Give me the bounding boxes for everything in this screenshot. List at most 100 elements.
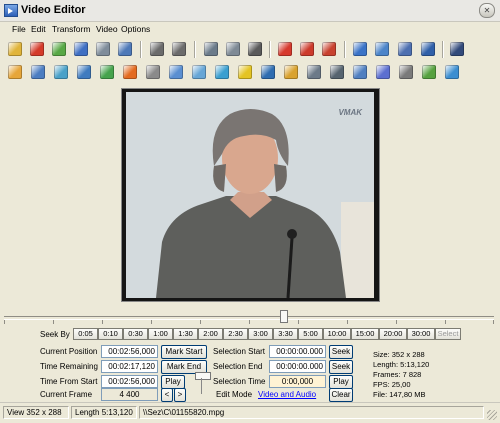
- seek-interval-button[interactable]: 5:00: [298, 328, 323, 340]
- channels-icon[interactable]: [190, 63, 208, 81]
- status-length: Length 5:13,120: [71, 406, 137, 419]
- export-icon[interactable]: [351, 40, 369, 58]
- selection-end-field[interactable]: 00:00:00.000: [269, 360, 326, 373]
- redo-icon[interactable]: [170, 40, 188, 58]
- landscape-icon[interactable]: [443, 63, 461, 81]
- selection-time-label: Selection Time: [213, 377, 266, 386]
- menu-options[interactable]: Options: [121, 24, 150, 34]
- status-bar: View 352 x 288 Length 5:13,120 \\Sez\C\0…: [0, 402, 500, 423]
- clear-button[interactable]: Clear: [329, 388, 353, 402]
- seek-interval-button[interactable]: 1:00: [148, 328, 173, 340]
- time-from-start-label: Time From Start: [40, 377, 98, 386]
- menu-transform[interactable]: Transform: [52, 24, 90, 34]
- picture-icon[interactable]: [282, 63, 300, 81]
- levels-icon[interactable]: [29, 63, 47, 81]
- rotate-icon[interactable]: [397, 63, 415, 81]
- seek-interval-button[interactable]: 10:00: [323, 328, 351, 340]
- seek-by-label: Seek By: [40, 330, 70, 339]
- selection-end-label: Selection End: [213, 362, 263, 371]
- menu-video[interactable]: Video: [96, 24, 118, 34]
- resize-grip[interactable]: [487, 410, 497, 420]
- compare-icon[interactable]: [373, 40, 391, 58]
- zoom-icon[interactable]: [448, 40, 466, 58]
- emboss-icon[interactable]: [328, 63, 346, 81]
- time-remaining-label: Time Remaining: [40, 362, 98, 371]
- current-frame-label: Current Frame: [40, 390, 93, 399]
- selection-start-field[interactable]: 00:00:00.000: [269, 345, 326, 358]
- main-toolbar: [3, 39, 497, 61]
- insert-icon[interactable]: [320, 40, 338, 58]
- close-file-icon[interactable]: [28, 40, 46, 58]
- properties-icon[interactable]: [116, 40, 134, 58]
- current-position-field[interactable]: 00:02:56,000: [101, 345, 158, 358]
- seek-interval-button[interactable]: 3:00: [248, 328, 273, 340]
- seek-interval-button[interactable]: 3:30: [273, 328, 298, 340]
- play-selection-button[interactable]: Play: [329, 375, 353, 389]
- selection-time-field[interactable]: 0:00,000: [269, 375, 326, 388]
- time-from-start-field[interactable]: 00:02:56,000: [101, 375, 158, 388]
- volume-slider-track[interactable]: [201, 378, 202, 394]
- lightning-icon[interactable]: [236, 63, 254, 81]
- volume-slider-thumb[interactable]: [195, 372, 211, 380]
- seek-interval-button[interactable]: 0:30: [123, 328, 148, 340]
- sharpen-icon[interactable]: [213, 63, 231, 81]
- join-icon[interactable]: [298, 40, 316, 58]
- seek-selection-end-button[interactable]: Seek: [329, 360, 353, 374]
- face-icon[interactable]: [144, 63, 162, 81]
- adjust-icon[interactable]: [6, 63, 24, 81]
- mosaic-icon[interactable]: [259, 63, 277, 81]
- effects-toolbar: [3, 62, 497, 84]
- timeline-slider[interactable]: [4, 309, 494, 324]
- video-editor-app-icon: [4, 4, 18, 17]
- color-balance-icon[interactable]: [98, 63, 116, 81]
- seek-interval-button[interactable]: 0:05: [73, 328, 98, 340]
- menu-file[interactable]: File: [12, 24, 26, 34]
- crop-icon[interactable]: [202, 40, 220, 58]
- seek-selection-start-button[interactable]: Seek: [329, 345, 353, 359]
- selection-start-label: Selection Start: [213, 347, 266, 356]
- wave-icon[interactable]: [420, 63, 438, 81]
- undo-icon[interactable]: [148, 40, 166, 58]
- brightness-icon[interactable]: [52, 63, 70, 81]
- text-icon[interactable]: [419, 40, 437, 58]
- frame-icon[interactable]: [167, 63, 185, 81]
- play-button[interactable]: Play: [161, 375, 185, 389]
- info-file-size: File: 147,80 MB: [373, 390, 426, 399]
- seek-interval-button[interactable]: 20:00: [379, 328, 407, 340]
- seek-interval-button[interactable]: 2:30: [223, 328, 248, 340]
- copy-icon[interactable]: [224, 40, 242, 58]
- seek-interval-button[interactable]: 0:10: [98, 328, 123, 340]
- timeline-thumb[interactable]: [280, 310, 288, 323]
- menu-edit[interactable]: Edit: [31, 24, 46, 34]
- prev-frame-button[interactable]: <: [161, 388, 173, 402]
- split-icon[interactable]: [276, 40, 294, 58]
- status-view: View 352 x 288: [3, 406, 69, 419]
- seek-interval-button[interactable]: 15:00: [351, 328, 379, 340]
- close-icon[interactable]: ✕: [479, 3, 495, 18]
- save-icon[interactable]: [72, 40, 90, 58]
- mark-start-button[interactable]: Mark Start: [161, 345, 207, 359]
- edit-mode-label: Edit Mode: [216, 390, 253, 399]
- seek-interval-button[interactable]: 30:00: [407, 328, 435, 340]
- seek-select-button[interactable]: Select: [435, 328, 461, 340]
- info-length: Length: 5:13,120: [373, 360, 430, 369]
- video-preview: VMAK: [121, 88, 380, 302]
- seek-interval-button[interactable]: 1:30: [173, 328, 198, 340]
- open-folder-icon[interactable]: [6, 40, 24, 58]
- stretch-icon[interactable]: [351, 63, 369, 81]
- current-position-label: Current Position: [40, 347, 98, 356]
- channel-logo-watermark: VMAK: [338, 108, 362, 117]
- new-file-icon[interactable]: [50, 40, 68, 58]
- fire-icon[interactable]: [121, 63, 139, 81]
- edit-mode-link[interactable]: Video and Audio: [258, 390, 316, 399]
- time-remaining-field[interactable]: 00:02:17,120: [101, 360, 158, 373]
- grain-icon[interactable]: [305, 63, 323, 81]
- layers-icon[interactable]: [396, 40, 414, 58]
- cut-icon[interactable]: [246, 40, 264, 58]
- next-frame-button[interactable]: >: [174, 388, 186, 402]
- grid-icon[interactable]: [94, 40, 112, 58]
- window-title: Video Editor: [21, 4, 86, 16]
- noise-icon[interactable]: [374, 63, 392, 81]
- contrast-icon[interactable]: [75, 63, 93, 81]
- seek-interval-button[interactable]: 2:00: [198, 328, 223, 340]
